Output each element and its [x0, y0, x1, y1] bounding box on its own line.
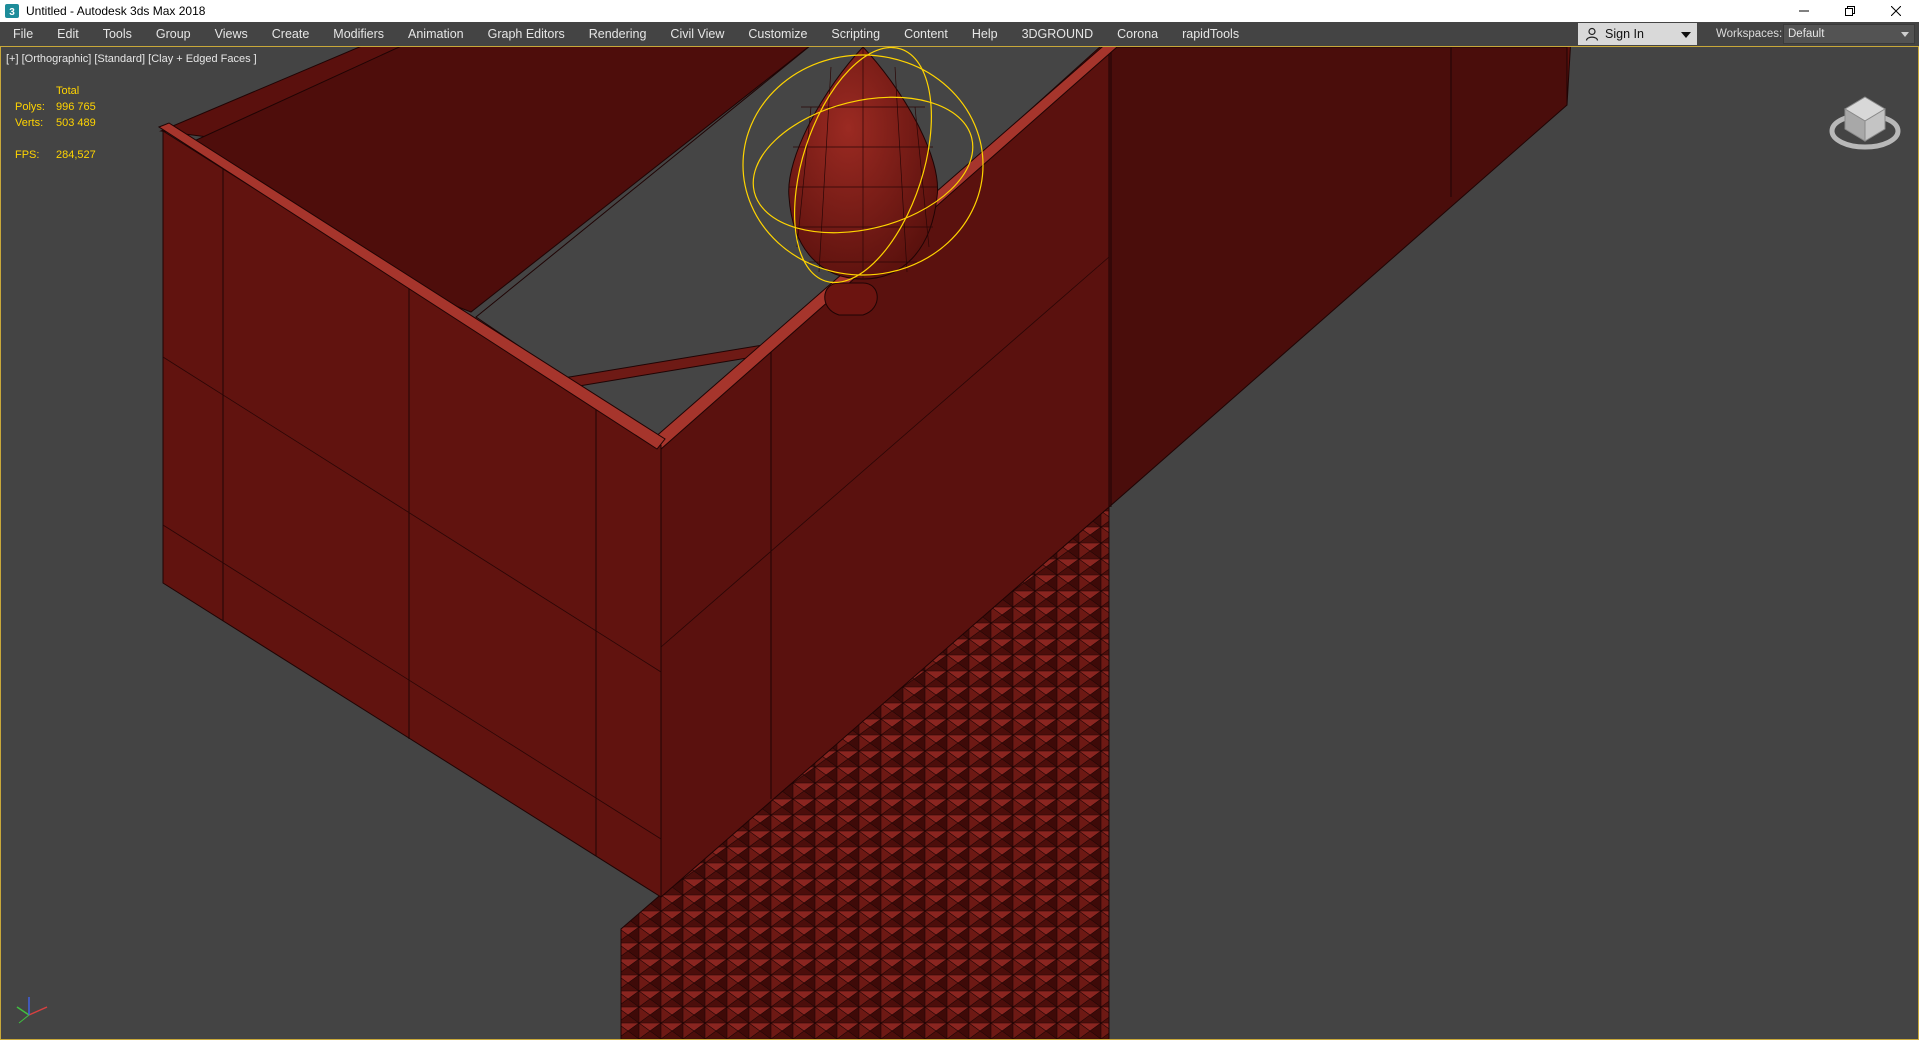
viewcube-icon[interactable]: [1825, 79, 1905, 159]
close-icon: [1891, 6, 1901, 16]
menu-modifiers[interactable]: Modifiers: [321, 22, 396, 46]
menu-animation[interactable]: Animation: [396, 22, 476, 46]
menu-bar: File Edit Tools Group Views Create Modif…: [0, 22, 1919, 47]
minimize-icon: [1799, 10, 1809, 12]
restore-icon: [1845, 6, 1855, 16]
menu-rendering[interactable]: Rendering: [577, 22, 659, 46]
perspective-viewport[interactable]: [+] [Orthographic] [Standard] [Clay + Ed…: [0, 46, 1919, 1040]
chevron-down-icon[interactable]: [1681, 32, 1691, 38]
menu-tools[interactable]: Tools: [91, 22, 144, 46]
menu-content[interactable]: Content: [892, 22, 960, 46]
polys-value: 996 765: [56, 101, 96, 113]
chevron-down-icon: [1901, 32, 1909, 37]
menu-help[interactable]: Help: [960, 22, 1010, 46]
menu-corona[interactable]: Corona: [1105, 22, 1170, 46]
menu-civil-view[interactable]: Civil View: [658, 22, 736, 46]
menu-scripting[interactable]: Scripting: [819, 22, 892, 46]
title-bar: 3 Untitled - Autodesk 3ds Max 2018: [0, 0, 1919, 22]
workspace-value: Default: [1788, 28, 1825, 40]
axis-tripod-icon: [16, 997, 48, 1024]
menu-file[interactable]: File: [0, 22, 45, 46]
fps-label: FPS:: [15, 149, 40, 161]
workspaces-label: Workspaces:: [1716, 28, 1783, 40]
menu-rapidtools[interactable]: rapidTools: [1170, 22, 1251, 46]
window-title: Untitled - Autodesk 3ds Max 2018: [26, 4, 206, 18]
menu-graph-editors[interactable]: Graph Editors: [476, 22, 577, 46]
sign-in-button[interactable]: Sign In: [1578, 23, 1697, 45]
user-icon: [1585, 27, 1599, 41]
menu-customize[interactable]: Customize: [736, 22, 819, 46]
minimize-button[interactable]: [1781, 0, 1827, 22]
sign-in-label: Sign In: [1605, 27, 1644, 41]
polys-label: Polys:: [15, 101, 45, 113]
restore-button[interactable]: [1827, 0, 1873, 22]
3dsmax-logo-icon[interactable]: 3: [4, 3, 20, 19]
viewport-label-menu[interactable]: [+] [Orthographic] [Standard] [Clay + Ed…: [6, 53, 257, 65]
verts-label: Verts:: [15, 117, 44, 129]
box-right-side[interactable]: [1108, 47, 1568, 509]
menu-views[interactable]: Views: [203, 22, 260, 46]
menu-3dground[interactable]: 3DGROUND: [1010, 22, 1106, 46]
menu-edit[interactable]: Edit: [45, 22, 91, 46]
workspace-dropdown[interactable]: Default: [1783, 24, 1915, 44]
menu-create[interactable]: Create: [260, 22, 322, 46]
stats-header: Total: [56, 85, 80, 97]
close-button[interactable]: [1873, 0, 1919, 22]
verts-value: 503 489: [56, 117, 96, 129]
menu-group[interactable]: Group: [144, 22, 203, 46]
scene-render[interactable]: [1, 47, 1919, 1040]
fps-value: 284,527: [56, 149, 96, 161]
svg-text:3: 3: [9, 7, 15, 18]
